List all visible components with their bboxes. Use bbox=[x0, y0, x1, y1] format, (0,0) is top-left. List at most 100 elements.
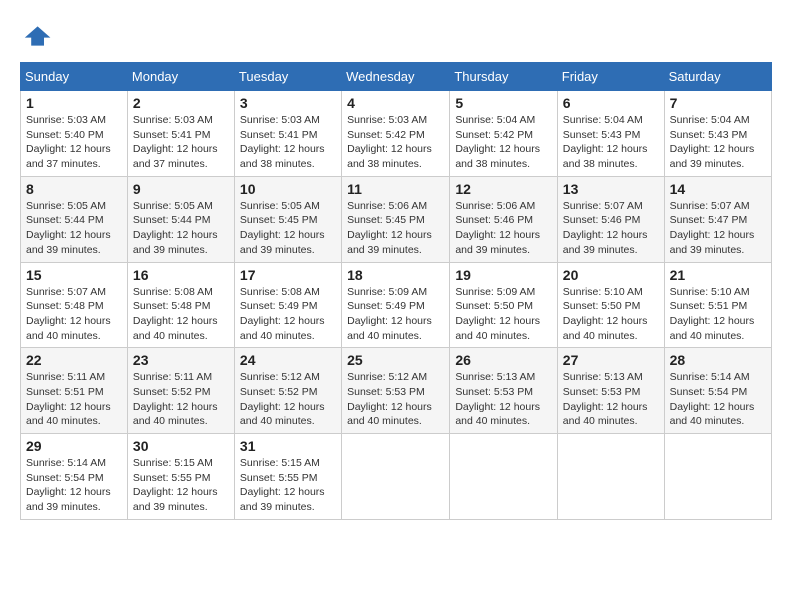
weekday-header-friday: Friday bbox=[557, 63, 664, 91]
calendar-cell: 31 Sunrise: 5:15 AMSunset: 5:55 PMDayligh… bbox=[234, 434, 341, 520]
day-number: 14 bbox=[670, 181, 766, 197]
weekday-header-thursday: Thursday bbox=[450, 63, 557, 91]
day-number: 12 bbox=[455, 181, 551, 197]
day-info: Sunrise: 5:11 AMSunset: 5:51 PMDaylight:… bbox=[26, 370, 122, 429]
calendar-cell: 1 Sunrise: 5:03 AMSunset: 5:40 PMDaylight… bbox=[21, 91, 128, 177]
day-info: Sunrise: 5:05 AMSunset: 5:44 PMDaylight:… bbox=[26, 199, 122, 258]
day-info: Sunrise: 5:08 AMSunset: 5:48 PMDaylight:… bbox=[133, 285, 229, 344]
day-info: Sunrise: 5:03 AMSunset: 5:41 PMDaylight:… bbox=[133, 113, 229, 172]
day-info: Sunrise: 5:08 AMSunset: 5:49 PMDaylight:… bbox=[240, 285, 336, 344]
day-number: 24 bbox=[240, 352, 336, 368]
calendar-cell: 14Sunrise: 5:07 AMSunset: 5:47 PMDayligh… bbox=[664, 176, 771, 262]
day-info: Sunrise: 5:05 AMSunset: 5:45 PMDaylight:… bbox=[240, 199, 336, 258]
day-info: Sunrise: 5:06 AMSunset: 5:45 PMDaylight:… bbox=[347, 199, 444, 258]
calendar-cell: 20 Sunrise: 5:10 AMSunset: 5:50 PMDayligh… bbox=[557, 262, 664, 348]
day-info: Sunrise: 5:09 AMSunset: 5:50 PMDaylight:… bbox=[455, 285, 551, 344]
weekday-header-row: SundayMondayTuesdayWednesdayThursdayFrid… bbox=[21, 63, 772, 91]
calendar-cell: 15 Sunrise: 5:07 AMSunset: 5:48 PMDayligh… bbox=[21, 262, 128, 348]
calendar-cell bbox=[557, 434, 664, 520]
calendar-cell: 26 Sunrise: 5:13 AMSunset: 5:53 PMDayligh… bbox=[450, 348, 557, 434]
calendar-cell: 12 Sunrise: 5:06 AMSunset: 5:46 PMDayligh… bbox=[450, 176, 557, 262]
day-info: Sunrise: 5:07 AMSunset: 5:48 PMDaylight:… bbox=[26, 285, 122, 344]
calendar-cell bbox=[342, 434, 450, 520]
day-number: 7 bbox=[670, 95, 766, 111]
calendar-cell: 28Sunrise: 5:14 AMSunset: 5:54 PMDayligh… bbox=[664, 348, 771, 434]
calendar-row-4: 29 Sunrise: 5:14 AMSunset: 5:54 PMDayligh… bbox=[21, 434, 772, 520]
calendar-row-1: 8 Sunrise: 5:05 AMSunset: 5:44 PMDaylight… bbox=[21, 176, 772, 262]
day-info: Sunrise: 5:15 AMSunset: 5:55 PMDaylight:… bbox=[133, 456, 229, 515]
calendar-cell: 30Sunrise: 5:15 AMSunset: 5:55 PMDayligh… bbox=[127, 434, 234, 520]
weekday-header-wednesday: Wednesday bbox=[342, 63, 450, 91]
day-info: Sunrise: 5:15 AMSunset: 5:55 PMDaylight:… bbox=[240, 456, 336, 515]
day-info: Sunrise: 5:03 AMSunset: 5:40 PMDaylight:… bbox=[26, 113, 122, 172]
day-number: 9 bbox=[133, 181, 229, 197]
calendar-cell: 5 Sunrise: 5:04 AMSunset: 5:42 PMDaylight… bbox=[450, 91, 557, 177]
calendar-row-0: 1 Sunrise: 5:03 AMSunset: 5:40 PMDaylight… bbox=[21, 91, 772, 177]
day-info: Sunrise: 5:14 AMSunset: 5:54 PMDaylight:… bbox=[26, 456, 122, 515]
calendar-cell: 6 Sunrise: 5:04 AMSunset: 5:43 PMDaylight… bbox=[557, 91, 664, 177]
weekday-header-sunday: Sunday bbox=[21, 63, 128, 91]
calendar-cell: 21Sunrise: 5:10 AMSunset: 5:51 PMDayligh… bbox=[664, 262, 771, 348]
day-number: 26 bbox=[455, 352, 551, 368]
day-info: Sunrise: 5:12 AMSunset: 5:53 PMDaylight:… bbox=[347, 370, 444, 429]
day-number: 5 bbox=[455, 95, 551, 111]
weekday-header-monday: Monday bbox=[127, 63, 234, 91]
day-info: Sunrise: 5:10 AMSunset: 5:50 PMDaylight:… bbox=[563, 285, 659, 344]
day-number: 23 bbox=[133, 352, 229, 368]
day-number: 29 bbox=[26, 438, 122, 454]
day-info: Sunrise: 5:13 AMSunset: 5:53 PMDaylight:… bbox=[455, 370, 551, 429]
calendar-cell: 8 Sunrise: 5:05 AMSunset: 5:44 PMDaylight… bbox=[21, 176, 128, 262]
calendar-table: SundayMondayTuesdayWednesdayThursdayFrid… bbox=[20, 62, 772, 520]
calendar-cell: 19 Sunrise: 5:09 AMSunset: 5:50 PMDayligh… bbox=[450, 262, 557, 348]
calendar-cell: 10 Sunrise: 5:05 AMSunset: 5:45 PMDayligh… bbox=[234, 176, 341, 262]
day-number: 11 bbox=[347, 181, 444, 197]
calendar-row-2: 15 Sunrise: 5:07 AMSunset: 5:48 PMDayligh… bbox=[21, 262, 772, 348]
day-number: 15 bbox=[26, 267, 122, 283]
day-number: 8 bbox=[26, 181, 122, 197]
day-info: Sunrise: 5:07 AMSunset: 5:46 PMDaylight:… bbox=[563, 199, 659, 258]
day-info: Sunrise: 5:12 AMSunset: 5:52 PMDaylight:… bbox=[240, 370, 336, 429]
day-number: 25 bbox=[347, 352, 444, 368]
calendar-cell: 25 Sunrise: 5:12 AMSunset: 5:53 PMDayligh… bbox=[342, 348, 450, 434]
day-number: 17 bbox=[240, 267, 336, 283]
weekday-header-tuesday: Tuesday bbox=[234, 63, 341, 91]
calendar-cell: 29 Sunrise: 5:14 AMSunset: 5:54 PMDayligh… bbox=[21, 434, 128, 520]
day-info: Sunrise: 5:13 AMSunset: 5:53 PMDaylight:… bbox=[563, 370, 659, 429]
day-number: 28 bbox=[670, 352, 766, 368]
day-number: 16 bbox=[133, 267, 229, 283]
weekday-header-saturday: Saturday bbox=[664, 63, 771, 91]
calendar-cell: 23 Sunrise: 5:11 AMSunset: 5:52 PMDayligh… bbox=[127, 348, 234, 434]
calendar-cell: 3Sunrise: 5:03 AMSunset: 5:41 PMDaylight… bbox=[234, 91, 341, 177]
calendar-cell: 22Sunrise: 5:11 AMSunset: 5:51 PMDayligh… bbox=[21, 348, 128, 434]
calendar-cell: 24 Sunrise: 5:12 AMSunset: 5:52 PMDayligh… bbox=[234, 348, 341, 434]
day-number: 31 bbox=[240, 438, 336, 454]
calendar-cell: 11 Sunrise: 5:06 AMSunset: 5:45 PMDayligh… bbox=[342, 176, 450, 262]
day-info: Sunrise: 5:04 AMSunset: 5:42 PMDaylight:… bbox=[455, 113, 551, 172]
calendar-cell: 4 Sunrise: 5:03 AMSunset: 5:42 PMDaylight… bbox=[342, 91, 450, 177]
day-number: 27 bbox=[563, 352, 659, 368]
calendar-row-3: 22Sunrise: 5:11 AMSunset: 5:51 PMDayligh… bbox=[21, 348, 772, 434]
calendar-cell: 16 Sunrise: 5:08 AMSunset: 5:48 PMDayligh… bbox=[127, 262, 234, 348]
calendar-cell: 2Sunrise: 5:03 AMSunset: 5:41 PMDaylight… bbox=[127, 91, 234, 177]
calendar-cell: 17 Sunrise: 5:08 AMSunset: 5:49 PMDayligh… bbox=[234, 262, 341, 348]
day-info: Sunrise: 5:04 AMSunset: 5:43 PMDaylight:… bbox=[563, 113, 659, 172]
day-number: 6 bbox=[563, 95, 659, 111]
day-number: 4 bbox=[347, 95, 444, 111]
day-number: 20 bbox=[563, 267, 659, 283]
day-info: Sunrise: 5:09 AMSunset: 5:49 PMDaylight:… bbox=[347, 285, 444, 344]
day-number: 19 bbox=[455, 267, 551, 283]
day-info: Sunrise: 5:11 AMSunset: 5:52 PMDaylight:… bbox=[133, 370, 229, 429]
day-info: Sunrise: 5:03 AMSunset: 5:42 PMDaylight:… bbox=[347, 113, 444, 172]
day-number: 13 bbox=[563, 181, 659, 197]
logo-icon bbox=[20, 20, 52, 52]
calendar-cell: 13 Sunrise: 5:07 AMSunset: 5:46 PMDayligh… bbox=[557, 176, 664, 262]
day-number: 1 bbox=[26, 95, 122, 111]
calendar-cell: 18Sunrise: 5:09 AMSunset: 5:49 PMDayligh… bbox=[342, 262, 450, 348]
calendar-cell: 7Sunrise: 5:04 AMSunset: 5:43 PMDaylight… bbox=[664, 91, 771, 177]
day-number: 21 bbox=[670, 267, 766, 283]
day-number: 10 bbox=[240, 181, 336, 197]
day-info: Sunrise: 5:05 AMSunset: 5:44 PMDaylight:… bbox=[133, 199, 229, 258]
day-info: Sunrise: 5:06 AMSunset: 5:46 PMDaylight:… bbox=[455, 199, 551, 258]
header bbox=[20, 20, 772, 52]
logo bbox=[20, 20, 56, 52]
